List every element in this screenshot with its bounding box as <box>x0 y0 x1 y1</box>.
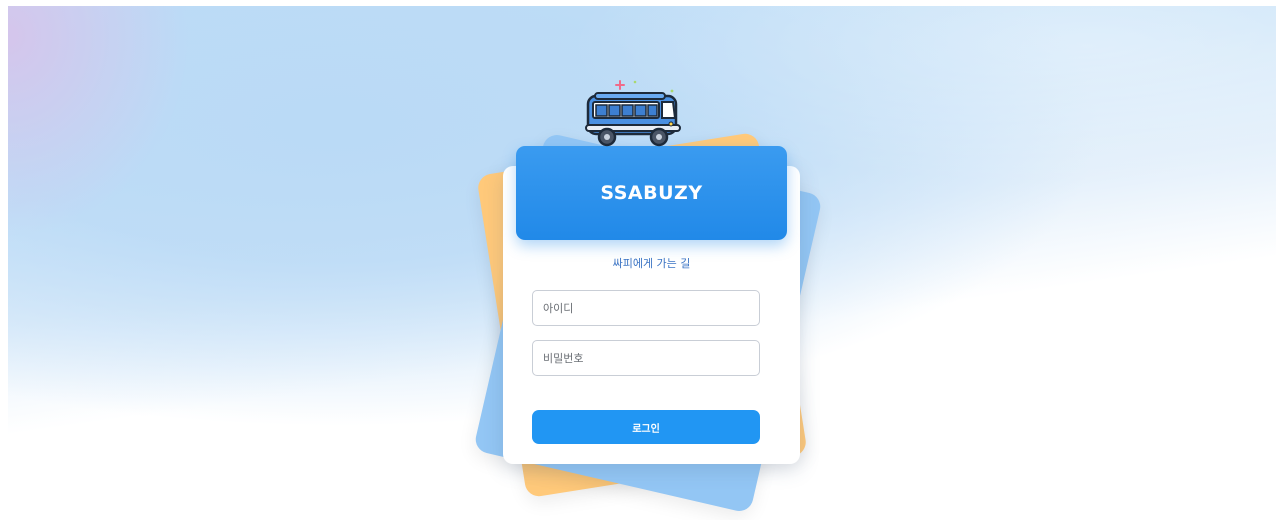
card-header: SSABUZY <box>516 146 787 240</box>
login-button[interactable]: 로그인 <box>532 410 760 444</box>
sparkle-icon <box>615 80 674 93</box>
bus-icon <box>585 80 681 147</box>
card-stack: SSABUZY 싸피에게 가는 길 아이디 로그인 <box>0 0 1276 520</box>
id-input[interactable] <box>532 290 760 326</box>
login-page: SSABUZY 싸피에게 가는 길 아이디 로그인 <box>0 0 1276 520</box>
brand-subtitle: 싸피에게 가는 길 <box>612 257 691 270</box>
password-input[interactable] <box>532 340 760 376</box>
brand-title: SSABUZY <box>600 182 703 204</box>
